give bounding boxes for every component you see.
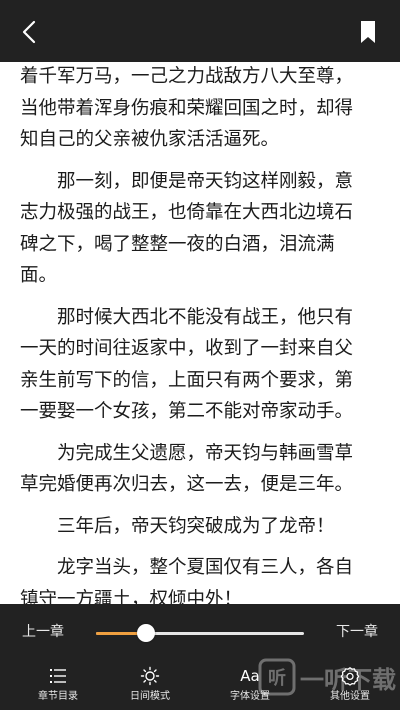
- next-chapter-button[interactable]: 下一章: [336, 622, 378, 642]
- bookmark-button[interactable]: [358, 20, 378, 44]
- bottom-menu: 章节目录 日间模式 Aa 字体设置 其他设置: [0, 662, 400, 710]
- paragraph: 那一刻，即便是帝天钧这样刚毅，意志力极强的战王，也倚靠在大西北边境石 碑之下，喝了…: [20, 166, 382, 292]
- menu-font-settings[interactable]: Aa 字体设置: [200, 664, 300, 708]
- list-icon: [50, 669, 66, 683]
- text-line: 着千军万马，一己之力战敌方八大至尊，: [20, 66, 354, 87]
- text-line: 为完成生父遗愿，帝天钧与韩画雪草: [57, 442, 354, 464]
- progress-thumb[interactable]: [136, 624, 155, 642]
- paragraph: 龙字当头，整个夏国仅有三人，各自 镇守一方疆土，权倾中外！: [20, 552, 382, 610]
- paragraph: 三年后，帝天钧突破成为了龙帝！: [20, 511, 382, 543]
- menu-label: 日间模式: [130, 691, 170, 702]
- text-line: 草完婚便再次归去，这一去，便是三年。: [20, 474, 354, 495]
- text-line: 那一刻，即便是帝天钧这样刚毅，意: [57, 170, 354, 192]
- chapter-text: 三个前，帝天钧升营开里机，西于拜身，西北边境六国战乱，帝天钧一人指挥着千军万马，…: [20, 3, 382, 610]
- menu-chapter-list[interactable]: 章节目录: [8, 664, 108, 708]
- back-arrow-icon: [22, 20, 36, 44]
- paragraph: 那时候大西北不能没有战王，他只有一天的时间往返家中，收到了一封来自父 亲生前写下的…: [20, 302, 382, 428]
- text-line: 亲生前写下的信，上面只有两个要求，第: [20, 369, 354, 391]
- text-line: 三年后，帝天钧突破成为了龙帝！: [57, 515, 335, 537]
- menu-label: 字体设置: [230, 691, 270, 702]
- text-line: 一要娶一个女孩，第二不能对帝家动手。: [20, 401, 354, 422]
- menu-other-settings[interactable]: 其他设置: [300, 664, 400, 708]
- sun-icon: [140, 666, 160, 686]
- gear-icon: [340, 667, 360, 686]
- chapter-progress-slider[interactable]: [96, 624, 304, 642]
- text-line: 碑之下，喝了整整一夜的白酒，泪流满: [20, 233, 335, 255]
- text-line: 面。: [20, 265, 58, 286]
- text-line: 一天的时间往返家中，收到了一封来自父: [20, 338, 354, 359]
- chapter-navigation: 上一章 下一章: [0, 604, 400, 662]
- menu-day-mode[interactable]: 日间模式: [100, 664, 200, 708]
- text-line: 知自己的父亲被仇家活活逼死。: [20, 129, 280, 150]
- menu-label: 章节目录: [38, 691, 78, 702]
- font-icon: Aa: [240, 667, 260, 685]
- top-bar: [0, 0, 400, 62]
- reading-area[interactable]: 三个前，帝天钧升营开里机，西于拜身，西北边境六国战乱，帝天钧一人指挥着千军万马，…: [0, 0, 400, 610]
- text-line: 志力极强的战王，也倚靠在大西北边境石: [20, 202, 354, 223]
- text-line: 龙字当头，整个夏国仅有三人，各自: [57, 557, 354, 578]
- prev-chapter-button[interactable]: 上一章: [22, 622, 64, 642]
- text-line: 那时候大西北不能没有战王，他只有: [57, 306, 354, 328]
- bottom-control-panel: 上一章 下一章 章节目录 日间模式 Aa 字体设置 其他设置: [0, 604, 400, 710]
- paragraph: 为完成生父遗愿，帝天钧与韩画雪草草完婚便再次归去，这一去，便是三年。: [20, 438, 382, 501]
- bookmark-icon: [361, 21, 375, 43]
- reader-page: 三个前，帝天钧升营开里机，西于拜身，西北边境六国战乱，帝天钧一人指挥着千军万马，…: [0, 0, 400, 710]
- menu-label: 其他设置: [330, 691, 370, 702]
- text-line: 当他带着浑身伤痕和荣耀回国之时，却得: [20, 97, 354, 119]
- back-button[interactable]: [16, 18, 44, 46]
